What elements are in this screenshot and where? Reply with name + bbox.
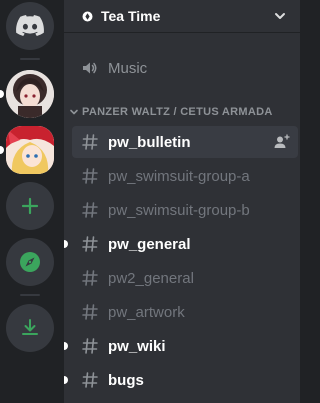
channel-label: pw2_general bbox=[108, 269, 194, 287]
server-header[interactable]: Tea Time bbox=[64, 0, 300, 33]
unread-indicator bbox=[0, 90, 4, 98]
hashtag-icon bbox=[80, 370, 100, 390]
rail-separator bbox=[20, 294, 40, 296]
channel-pw-swimsuit-group-b[interactable]: pw_swimsuit-group-b bbox=[72, 194, 298, 226]
channel-pw-swimsuit-group-a[interactable]: pw_swimsuit-group-a bbox=[72, 160, 298, 192]
download-icon bbox=[22, 319, 38, 335]
unread-indicator bbox=[64, 342, 68, 350]
voice-channel-music[interactable]: Music bbox=[72, 52, 292, 84]
channel-pw-general[interactable]: pw_general bbox=[72, 228, 298, 260]
channel-label: bugs bbox=[108, 371, 144, 389]
hashtag-icon bbox=[80, 200, 100, 220]
channel-sidebar: Tea Time Music PANZER WALTZ / CETUS ARMA… bbox=[64, 0, 300, 403]
channel-label: pw_general bbox=[108, 235, 191, 253]
chevron-down-icon bbox=[68, 106, 80, 118]
channel-pw-bulletin[interactable]: pw_bulletin bbox=[72, 126, 298, 158]
boost-icon bbox=[82, 11, 93, 22]
hashtag-icon bbox=[80, 268, 100, 288]
rail-separator bbox=[20, 58, 40, 60]
discord-logo-icon bbox=[16, 15, 44, 36]
channel-pw2-general[interactable]: pw2_general bbox=[72, 262, 298, 294]
unread-indicator bbox=[64, 240, 68, 248]
avatar-image bbox=[6, 70, 54, 118]
add-server-button[interactable] bbox=[6, 182, 54, 230]
hashtag-icon bbox=[80, 132, 100, 152]
avatar-image bbox=[6, 126, 54, 174]
server-avatar-2[interactable] bbox=[6, 126, 54, 174]
category-label: PANZER WALTZ / CETUS ARMADA bbox=[82, 106, 273, 118]
channel-label: pw_artwork bbox=[108, 303, 185, 321]
home-button[interactable] bbox=[6, 2, 54, 50]
server-rail bbox=[0, 0, 64, 403]
channel-label: pw_swimsuit-group-b bbox=[108, 201, 250, 219]
plus-icon bbox=[21, 197, 39, 215]
chevron-down-icon[interactable] bbox=[272, 8, 288, 24]
explore-servers-button[interactable] bbox=[6, 238, 54, 286]
channel-bugs[interactable]: bugs bbox=[72, 364, 298, 396]
speaker-icon bbox=[80, 58, 100, 78]
hashtag-icon bbox=[80, 336, 100, 356]
unread-indicator bbox=[64, 376, 68, 384]
server-avatar-1[interactable] bbox=[6, 70, 54, 118]
channel-pw-wiki[interactable]: pw_wiki bbox=[72, 330, 298, 362]
channel-label: pw_bulletin bbox=[108, 133, 191, 151]
category-header[interactable]: PANZER WALTZ / CETUS ARMADA bbox=[64, 102, 300, 122]
unread-indicator bbox=[0, 146, 4, 154]
add-member-icon[interactable] bbox=[274, 134, 290, 150]
channel-label: pw_swimsuit-group-a bbox=[108, 167, 250, 185]
hashtag-icon bbox=[80, 302, 100, 322]
download-apps-button[interactable] bbox=[6, 304, 54, 352]
server-name: Tea Time bbox=[101, 8, 161, 24]
channel-label: pw_wiki bbox=[108, 337, 166, 355]
hashtag-icon bbox=[80, 234, 100, 254]
channel-pw-artwork[interactable]: pw_artwork bbox=[72, 296, 298, 328]
voice-channel-label: Music bbox=[108, 59, 148, 77]
hashtag-icon bbox=[80, 166, 100, 186]
compass-icon bbox=[20, 252, 40, 272]
